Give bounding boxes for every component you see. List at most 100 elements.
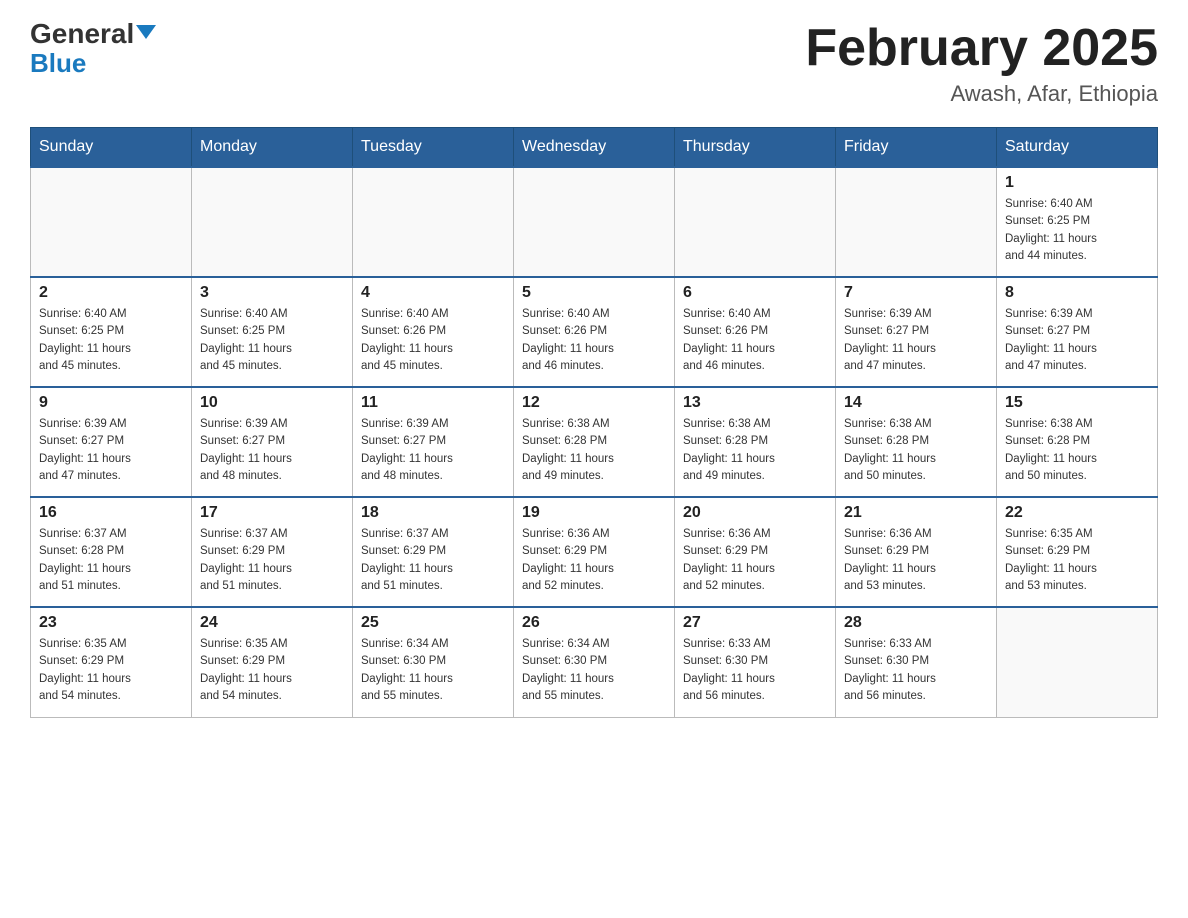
calendar-cell [836, 167, 997, 277]
day-info: Sunrise: 6:35 AMSunset: 6:29 PMDaylight:… [39, 636, 183, 705]
week-row-2: 2 Sunrise: 6:40 AMSunset: 6:25 PMDaylight… [31, 277, 1158, 387]
day-number: 24 [200, 614, 344, 632]
day-number: 3 [200, 284, 344, 302]
calendar-cell: 19 Sunrise: 6:36 AMSunset: 6:29 PMDayligh… [514, 497, 675, 607]
day-number: 7 [844, 284, 988, 302]
day-info: Sunrise: 6:40 AMSunset: 6:25 PMDaylight:… [1005, 196, 1149, 265]
calendar-cell [675, 167, 836, 277]
page-header: General Blue February 2025 Awash, Afar, … [30, 20, 1158, 107]
day-number: 14 [844, 394, 988, 412]
calendar-cell: 22 Sunrise: 6:35 AMSunset: 6:29 PMDayligh… [997, 497, 1158, 607]
logo: General Blue [30, 20, 156, 76]
day-number: 18 [361, 504, 505, 522]
calendar-cell: 13 Sunrise: 6:38 AMSunset: 6:28 PMDayligh… [675, 387, 836, 497]
calendar-cell: 3 Sunrise: 6:40 AMSunset: 6:25 PMDaylight… [192, 277, 353, 387]
day-number: 12 [522, 394, 666, 412]
column-header-monday: Monday [192, 128, 353, 168]
day-number: 11 [361, 394, 505, 412]
column-header-friday: Friday [836, 128, 997, 168]
day-info: Sunrise: 6:37 AMSunset: 6:29 PMDaylight:… [200, 526, 344, 595]
day-number: 22 [1005, 504, 1149, 522]
calendar-cell: 18 Sunrise: 6:37 AMSunset: 6:29 PMDayligh… [353, 497, 514, 607]
day-number: 26 [522, 614, 666, 632]
day-number: 13 [683, 394, 827, 412]
day-number: 27 [683, 614, 827, 632]
day-number: 16 [39, 504, 183, 522]
week-row-3: 9 Sunrise: 6:39 AMSunset: 6:27 PMDaylight… [31, 387, 1158, 497]
logo-blue-text: Blue [30, 50, 86, 76]
day-info: Sunrise: 6:39 AMSunset: 6:27 PMDaylight:… [200, 416, 344, 485]
day-number: 9 [39, 394, 183, 412]
calendar-cell: 8Sunrise: 6:39 AMSunset: 6:27 PMDaylight… [997, 277, 1158, 387]
calendar-cell: 21 Sunrise: 6:36 AMSunset: 6:29 PMDayligh… [836, 497, 997, 607]
day-info: Sunrise: 6:36 AMSunset: 6:29 PMDaylight:… [844, 526, 988, 595]
calendar-cell: 6 Sunrise: 6:40 AMSunset: 6:26 PMDaylight… [675, 277, 836, 387]
day-info: Sunrise: 6:40 AMSunset: 6:25 PMDaylight:… [39, 306, 183, 375]
week-row-4: 16 Sunrise: 6:37 AMSunset: 6:28 PMDayligh… [31, 497, 1158, 607]
day-number: 1 [1005, 174, 1149, 192]
day-info: Sunrise: 6:33 AMSunset: 6:30 PMDaylight:… [844, 636, 988, 705]
day-number: 21 [844, 504, 988, 522]
calendar-cell [31, 167, 192, 277]
title-block: February 2025 Awash, Afar, Ethiopia [805, 20, 1158, 107]
calendar-cell [353, 167, 514, 277]
calendar-cell: 27 Sunrise: 6:33 AMSunset: 6:30 PMDayligh… [675, 607, 836, 717]
column-header-saturday: Saturday [997, 128, 1158, 168]
calendar-cell: 5Sunrise: 6:40 AMSunset: 6:26 PMDaylight… [514, 277, 675, 387]
calendar-cell: 17 Sunrise: 6:37 AMSunset: 6:29 PMDayligh… [192, 497, 353, 607]
day-info: Sunrise: 6:35 AMSunset: 6:29 PMDaylight:… [200, 636, 344, 705]
day-info: Sunrise: 6:39 AMSunset: 6:27 PMDaylight:… [844, 306, 988, 375]
day-number: 19 [522, 504, 666, 522]
calendar-cell: 11Sunrise: 6:39 AMSunset: 6:27 PMDayligh… [353, 387, 514, 497]
day-number: 25 [361, 614, 505, 632]
calendar-cell [997, 607, 1158, 717]
day-info: Sunrise: 6:37 AMSunset: 6:29 PMDaylight:… [361, 526, 505, 595]
day-number: 6 [683, 284, 827, 302]
month-title: February 2025 [805, 20, 1158, 77]
calendar-cell: 26Sunrise: 6:34 AMSunset: 6:30 PMDayligh… [514, 607, 675, 717]
day-info: Sunrise: 6:39 AMSunset: 6:27 PMDaylight:… [39, 416, 183, 485]
column-header-sunday: Sunday [31, 128, 192, 168]
day-number: 4 [361, 284, 505, 302]
day-info: Sunrise: 6:39 AMSunset: 6:27 PMDaylight:… [1005, 306, 1149, 375]
calendar-cell: 23 Sunrise: 6:35 AMSunset: 6:29 PMDayligh… [31, 607, 192, 717]
calendar-cell: 7 Sunrise: 6:39 AMSunset: 6:27 PMDaylight… [836, 277, 997, 387]
calendar-cell: 14Sunrise: 6:38 AMSunset: 6:28 PMDayligh… [836, 387, 997, 497]
day-info: Sunrise: 6:40 AMSunset: 6:26 PMDaylight:… [361, 306, 505, 375]
day-info: Sunrise: 6:38 AMSunset: 6:28 PMDaylight:… [683, 416, 827, 485]
day-info: Sunrise: 6:33 AMSunset: 6:30 PMDaylight:… [683, 636, 827, 705]
logo-triangle-icon [136, 25, 156, 39]
day-info: Sunrise: 6:38 AMSunset: 6:28 PMDaylight:… [522, 416, 666, 485]
day-number: 2 [39, 284, 183, 302]
calendar-cell: 2 Sunrise: 6:40 AMSunset: 6:25 PMDaylight… [31, 277, 192, 387]
day-number: 23 [39, 614, 183, 632]
day-info: Sunrise: 6:35 AMSunset: 6:29 PMDaylight:… [1005, 526, 1149, 595]
day-info: Sunrise: 6:37 AMSunset: 6:28 PMDaylight:… [39, 526, 183, 595]
calendar-cell [192, 167, 353, 277]
calendar-cell: 12 Sunrise: 6:38 AMSunset: 6:28 PMDayligh… [514, 387, 675, 497]
logo-general-text: General [30, 20, 156, 48]
column-header-tuesday: Tuesday [353, 128, 514, 168]
day-number: 15 [1005, 394, 1149, 412]
day-number: 20 [683, 504, 827, 522]
day-info: Sunrise: 6:40 AMSunset: 6:26 PMDaylight:… [683, 306, 827, 375]
calendar-cell: 4 Sunrise: 6:40 AMSunset: 6:26 PMDaylight… [353, 277, 514, 387]
day-info: Sunrise: 6:36 AMSunset: 6:29 PMDaylight:… [683, 526, 827, 595]
calendar-cell: 9 Sunrise: 6:39 AMSunset: 6:27 PMDaylight… [31, 387, 192, 497]
day-number: 10 [200, 394, 344, 412]
column-header-wednesday: Wednesday [514, 128, 675, 168]
location-title: Awash, Afar, Ethiopia [805, 81, 1158, 107]
column-header-thursday: Thursday [675, 128, 836, 168]
day-info: Sunrise: 6:36 AMSunset: 6:29 PMDaylight:… [522, 526, 666, 595]
calendar-header-row: SundayMondayTuesdayWednesdayThursdayFrid… [31, 128, 1158, 168]
calendar-table: SundayMondayTuesdayWednesdayThursdayFrid… [30, 127, 1158, 718]
day-info: Sunrise: 6:40 AMSunset: 6:26 PMDaylight:… [522, 306, 666, 375]
week-row-5: 23 Sunrise: 6:35 AMSunset: 6:29 PMDayligh… [31, 607, 1158, 717]
day-number: 28 [844, 614, 988, 632]
day-number: 17 [200, 504, 344, 522]
day-info: Sunrise: 6:40 AMSunset: 6:25 PMDaylight:… [200, 306, 344, 375]
day-info: Sunrise: 6:34 AMSunset: 6:30 PMDaylight:… [361, 636, 505, 705]
week-row-1: 1 Sunrise: 6:40 AMSunset: 6:25 PMDaylight… [31, 167, 1158, 277]
calendar-cell: 16 Sunrise: 6:37 AMSunset: 6:28 PMDayligh… [31, 497, 192, 607]
day-info: Sunrise: 6:38 AMSunset: 6:28 PMDaylight:… [1005, 416, 1149, 485]
